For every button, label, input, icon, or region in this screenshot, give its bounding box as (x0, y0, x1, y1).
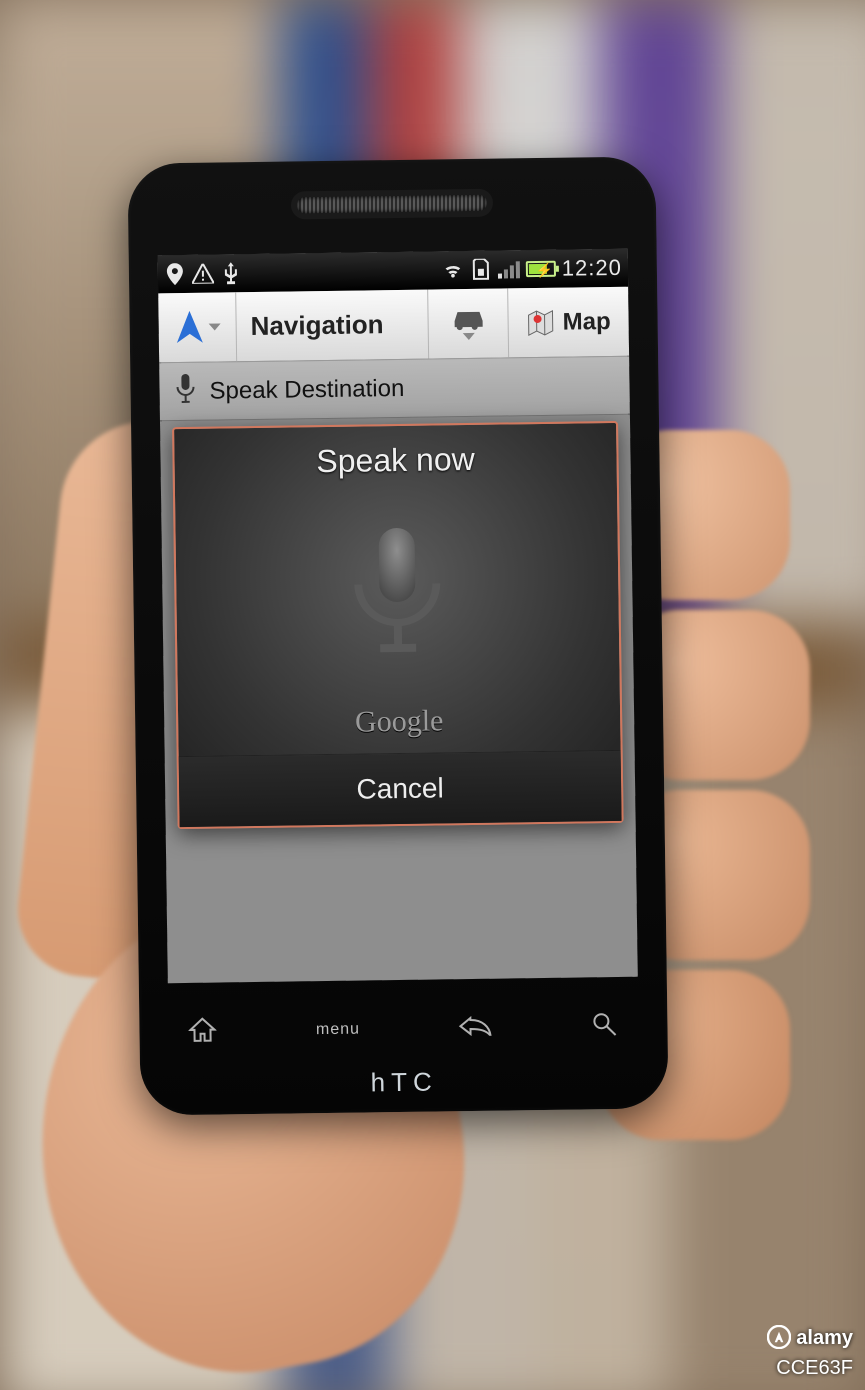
location-pin-icon (164, 263, 186, 285)
chevron-down-icon (462, 333, 474, 340)
car-icon (448, 307, 488, 332)
map-button-label: Map (562, 308, 610, 337)
voice-brand: Google (178, 702, 621, 756)
signal-icon (498, 260, 520, 278)
warning-icon (192, 263, 214, 285)
map-icon (526, 308, 554, 336)
earpiece (297, 195, 487, 214)
search-button[interactable] (592, 1010, 618, 1041)
vehicle-mode-button[interactable] (428, 288, 509, 358)
speak-destination-row[interactable]: Speak Destination (159, 357, 630, 422)
voice-prompt: Speak now (174, 423, 617, 482)
microphone-large-icon (341, 521, 453, 663)
cancel-button-label: Cancel (356, 772, 444, 805)
voice-dialog: Speak now Google (172, 421, 624, 829)
usb-icon (220, 262, 242, 284)
back-button[interactable] (459, 1015, 493, 1040)
wifi-icon (442, 259, 464, 281)
home-button[interactable] (189, 1016, 217, 1047)
chevron-down-icon (208, 323, 220, 330)
app-title: Navigation (236, 290, 429, 362)
screen: ⚡ 12:20 Navigation (158, 249, 638, 983)
nav-mode-button[interactable] (158, 292, 237, 362)
cancel-button[interactable]: Cancel (179, 751, 622, 827)
hardware-nav: menu (139, 1000, 668, 1057)
status-bar: ⚡ 12:20 (158, 249, 628, 294)
status-clock: 12:20 (562, 255, 622, 282)
navigation-arrow-icon (174, 310, 204, 344)
page-dimmed: Speak now Google (160, 415, 638, 984)
battery-charging-icon: ⚡ (526, 261, 556, 277)
sim-icon (470, 259, 492, 281)
phone-body: ⚡ 12:20 Navigation (127, 156, 668, 1115)
microphone-icon (175, 373, 196, 410)
phone-brand: hTC (140, 1063, 668, 1101)
menu-button[interactable]: menu (316, 1021, 360, 1040)
map-button[interactable]: Map (508, 287, 629, 358)
speak-destination-label: Speak Destination (209, 374, 404, 405)
app-toolbar: Navigation Map (158, 287, 629, 364)
